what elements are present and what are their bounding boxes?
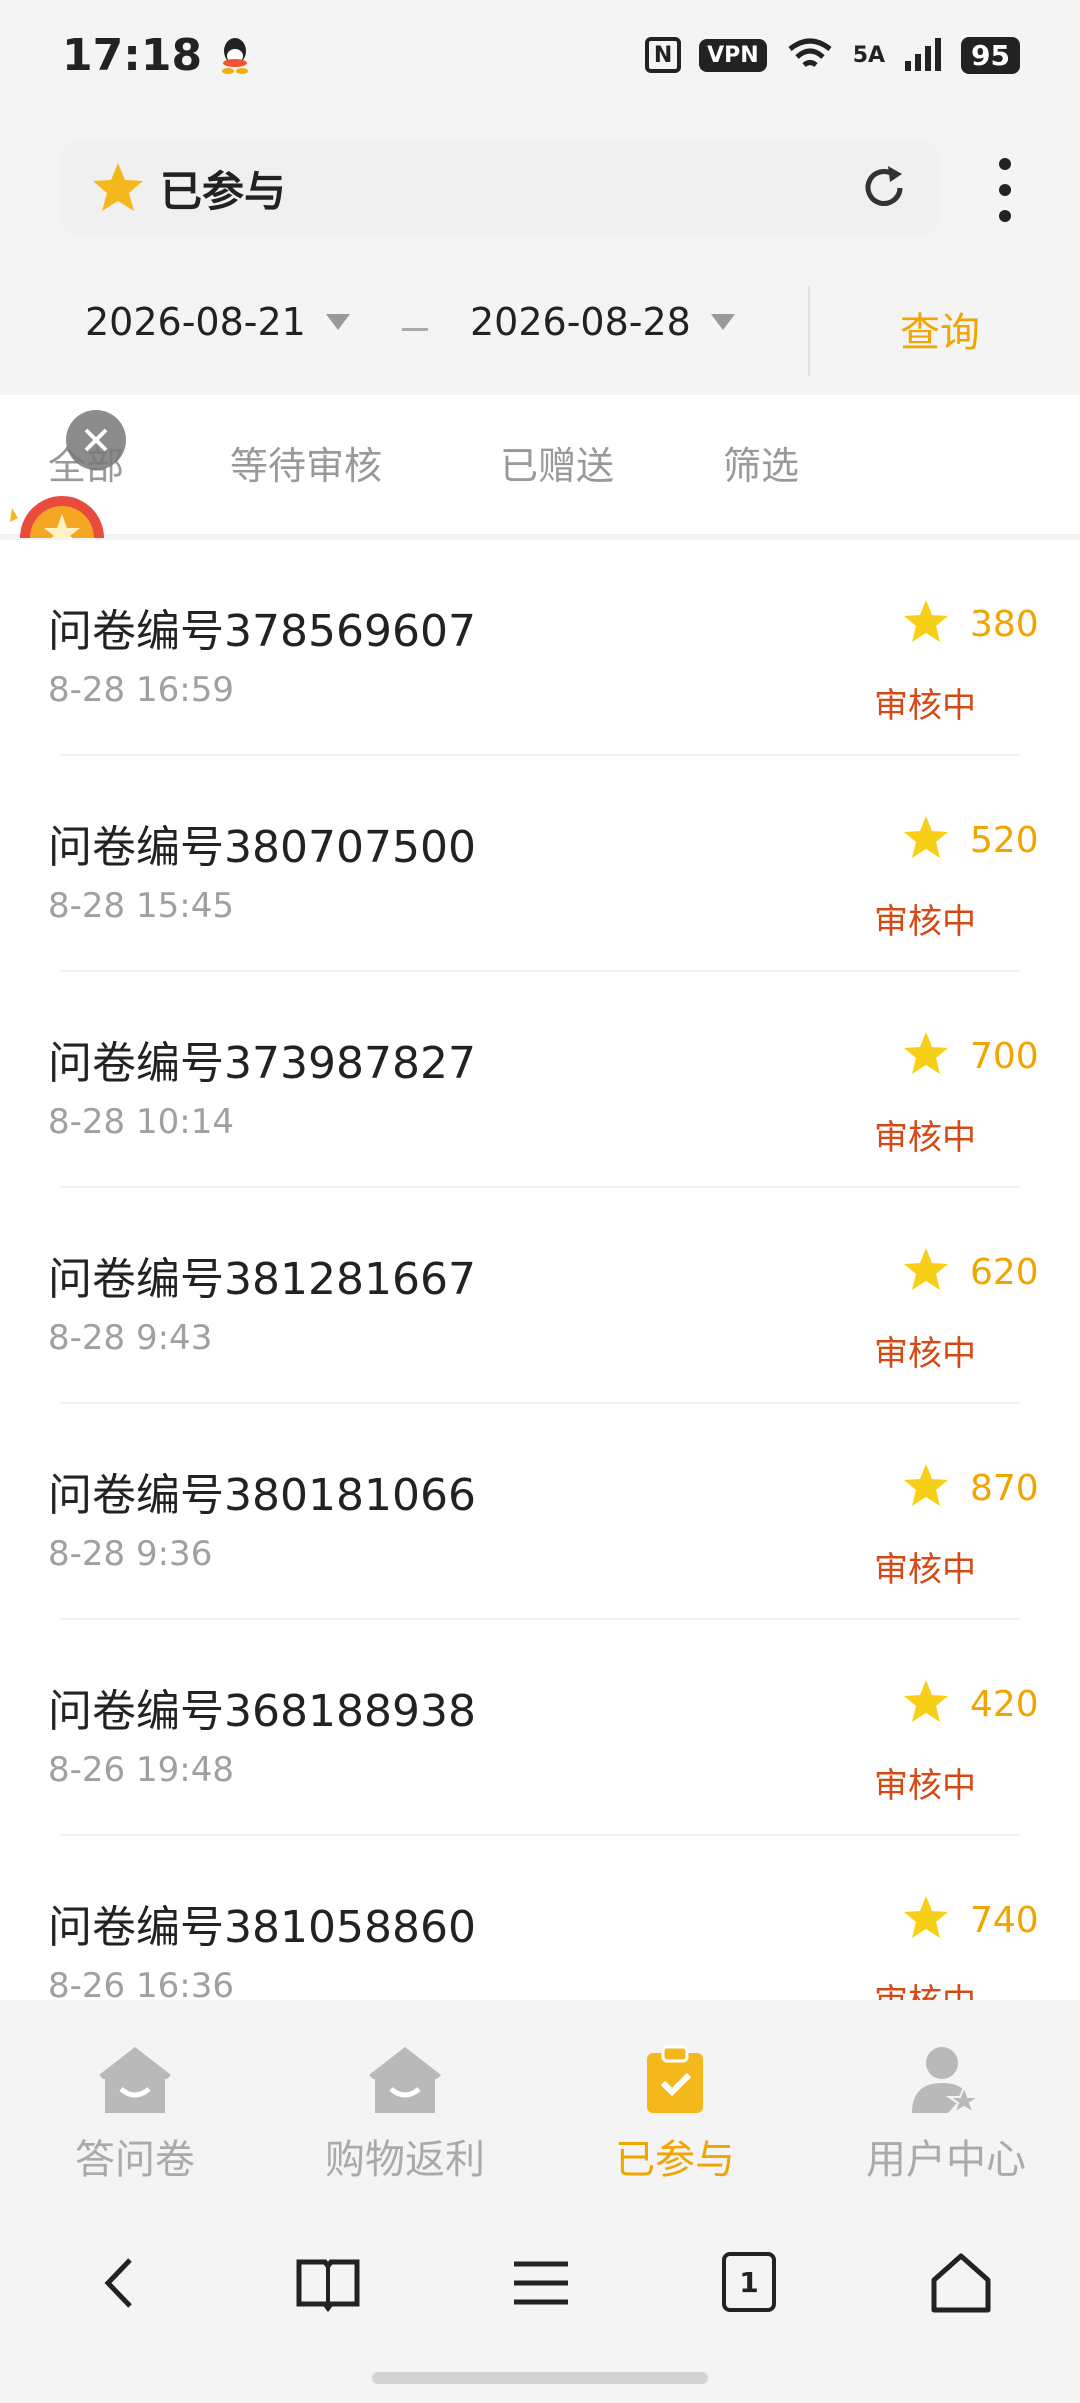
tab-gifted[interactable]: 已赠送 [500,435,614,490]
date-filter-bar: 2026-08-21 2026-08-28 查询 [0,280,1080,390]
survey-list: 问卷编号378569607 8-28 16:59 380 审核中 问卷编号380… [0,540,1080,2000]
star-icon [904,816,948,858]
star-icon [904,1896,948,1938]
star-icon [904,1032,948,1074]
points: 740 [970,1900,1039,1941]
end-date: 2026-08-28 [470,300,691,344]
survey-time: 8-26 19:48 [48,1750,234,1790]
points: 380 [970,604,1039,645]
list-item[interactable]: 问卷编号380181066 8-28 9:36 870 审核中 [0,1404,1080,1620]
status-time-group: 17:18 [62,30,250,81]
status-badge: 审核中 [874,1766,976,1806]
page-header: 已参与 [60,140,940,236]
survey-name: 问卷编号380707500 [48,822,476,873]
refresh-icon[interactable] [858,162,910,214]
chevron-down-icon [325,314,350,330]
survey-time: 8-26 16:36 [48,1966,234,2000]
more-menu-icon[interactable] [990,150,1020,230]
clipboard-check-icon [647,2045,703,2113]
survey-name: 问卷编号368188938 [48,1686,476,1737]
survey-name: 问卷编号381281667 [48,1254,476,1305]
divider [808,286,810,376]
status-badge: 审核中 [874,1118,976,1158]
date-range-dash [402,328,428,331]
signal-icon [905,38,942,71]
list-item[interactable]: 问卷编号380707500 8-28 15:45 520 审核中 [0,756,1080,972]
status-badge: 审核中 [874,686,976,726]
chevron-down-icon [710,314,735,330]
clock: 17:18 [62,29,203,81]
list-item[interactable]: 问卷编号381058860 8-26 16:36 740 审核中 [0,1836,1080,2000]
status-bar: 17:18 N VPN 5A 95 [0,0,1080,110]
house-smile-icon [99,2047,171,2113]
bottom-nav: 答问卷 购物返利 已参与 用户中心 [0,2000,1080,2190]
survey-time: 8-28 10:14 [48,1102,234,1142]
list-item[interactable]: 问卷编号378569607 8-28 16:59 380 审核中 [0,540,1080,756]
nav-user-center[interactable]: 用户中心 [836,2045,1056,2185]
floating-reward-badge[interactable] [10,478,110,538]
survey-time: 8-28 9:43 [48,1318,213,1358]
qq-icon [222,38,249,74]
nav-answer-survey[interactable]: 答问卷 [25,2045,245,2185]
survey-name: 问卷编号373987827 [48,1038,476,1089]
tab-pending-review[interactable]: 等待审核 [230,435,382,490]
survey-name: 问卷编号380181066 [48,1470,476,1521]
wifi-icon [788,38,832,68]
browser-toolbar: 1 [0,2200,1080,2360]
points: 700 [970,1036,1039,1077]
end-date-picker[interactable]: 2026-08-28 [470,300,735,344]
list-item[interactable]: 问卷编号373987827 8-28 10:14 700 审核中 [0,972,1080,1188]
floating-close-button[interactable] [66,410,126,470]
home-indicator[interactable] [372,2372,708,2384]
list-item[interactable]: 问卷编号381281667 8-28 9:43 620 审核中 [0,1188,1080,1404]
signal-label: 5A [852,42,886,68]
bookmarks-icon[interactable] [295,2250,361,2316]
nav-label: 答问卷 [75,2137,195,2183]
survey-name: 问卷编号378569607 [48,606,476,657]
nav-label: 用户中心 [866,2137,1026,2183]
query-button[interactable]: 查询 [900,300,980,358]
nav-shopping-rebate[interactable]: 购物返利 [295,2045,515,2185]
points: 620 [970,1252,1039,1293]
start-date: 2026-08-21 [85,300,306,344]
star-icon [904,600,948,642]
survey-name: 问卷编号381058860 [48,1902,476,1953]
home-icon[interactable] [928,2250,994,2316]
tab-bar: 全部 等待审核 已赠送 筛选 [0,395,1080,535]
list-item[interactable]: 问卷编号368188938 8-26 19:48 420 审核中 [0,1620,1080,1836]
status-badge: 审核中 [874,1334,976,1374]
close-icon [84,428,108,452]
back-icon[interactable] [88,2250,154,2316]
star-icon [904,1464,948,1506]
nav-label: 购物返利 [325,2137,485,2183]
start-date-picker[interactable]: 2026-08-21 [85,300,350,344]
system-icons: N VPN 5A 95 [645,35,1020,75]
points: 870 [970,1468,1039,1509]
status-badge: 审核中 [874,902,976,942]
survey-time: 8-28 16:59 [48,670,234,710]
house-smile-icon [369,2047,441,2113]
points: 520 [970,820,1039,861]
nav-label: 已参与 [615,2137,735,2183]
menu-icon[interactable] [508,2250,574,2316]
points: 420 [970,1684,1039,1725]
user-star-icon [912,2047,983,2115]
nav-participated[interactable]: 已参与 [565,2045,785,2185]
vpn-icon: VPN [699,38,767,72]
star-icon [904,1248,948,1290]
star-icon [93,163,143,211]
star-icon [904,1680,948,1722]
survey-time: 8-28 9:36 [48,1534,213,1574]
battery-icon: 95 [961,36,1020,74]
nfc-icon: N [645,37,682,73]
survey-time: 8-28 15:45 [48,886,234,926]
tabs-count-button[interactable]: 1 [722,2252,776,2312]
tab-filter[interactable]: 筛选 [723,435,799,490]
status-badge: 审核中 [874,1974,976,2000]
status-badge: 审核中 [874,1550,976,1590]
page-title: 已参与 [160,166,287,216]
